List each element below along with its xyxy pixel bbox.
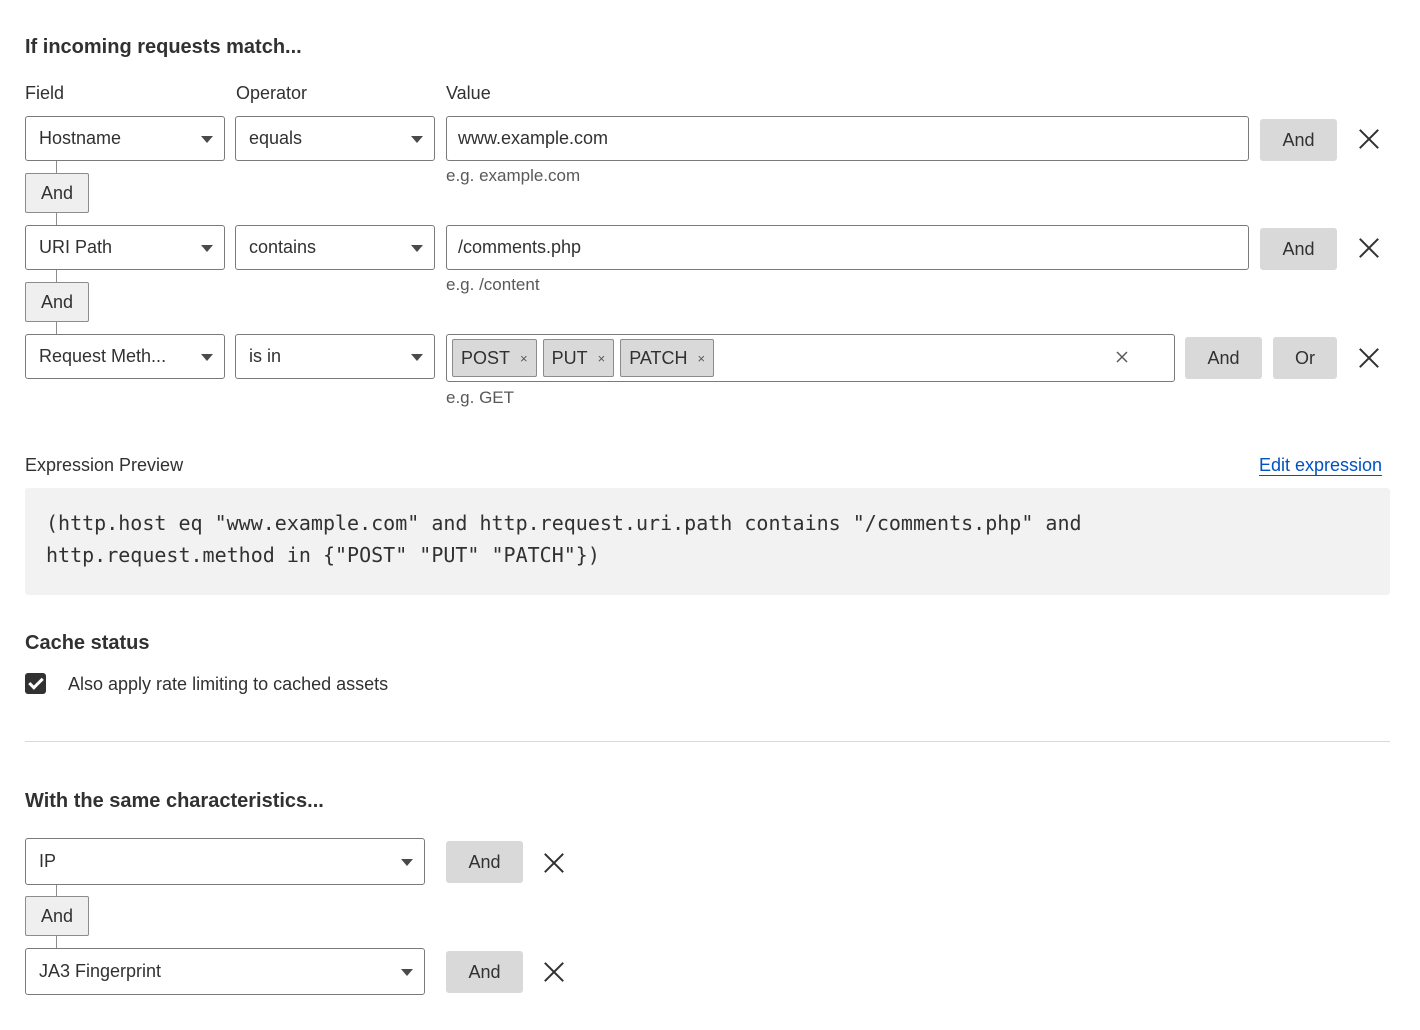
value-hint: e.g. example.com <box>446 166 581 185</box>
field-select-value: Hostname <box>39 128 122 148</box>
field-select-hostname[interactable]: Hostname <box>25 116 225 161</box>
section-divider <box>25 741 1390 742</box>
match-section-title: If incoming requests match... <box>25 36 302 58</box>
tag-remove-icon[interactable]: × <box>598 351 606 366</box>
tag-patch: PATCH × <box>620 339 715 377</box>
operator-select-value: contains <box>249 237 317 257</box>
field-select-uri-path[interactable]: URI Path <box>25 225 225 270</box>
and-button[interactable]: And <box>446 951 523 993</box>
chevron-down-icon <box>401 968 413 976</box>
operator-column-header: Operator <box>236 83 308 103</box>
tag-label: PUT <box>551 347 588 368</box>
tag-label: PATCH <box>629 347 688 368</box>
field-column-header: Field <box>25 83 65 103</box>
characteristics-section-title: With the same characteristics... <box>25 790 324 812</box>
value-input-text: www.example.com <box>458 128 609 148</box>
value-multiselect-methods[interactable]: POST × PUT × PATCH × <box>446 334 1175 382</box>
characteristic-select-value: JA3 Fingerprint <box>39 961 162 981</box>
or-button[interactable]: Or <box>1273 337 1337 379</box>
field-select-value: URI Path <box>39 237 113 257</box>
cached-assets-checkbox[interactable] <box>25 673 46 694</box>
field-select-value: Request Meth... <box>39 346 167 366</box>
tag-put: PUT × <box>542 339 615 377</box>
and-connector-button[interactable]: And <box>25 282 89 322</box>
remove-row-icon[interactable] <box>1357 346 1381 370</box>
expression-preview-label: Expression Preview <box>25 455 184 475</box>
cached-assets-checkbox-label[interactable]: Also apply rate limiting to cached asset… <box>68 674 388 695</box>
tag-post: POST × <box>452 339 537 377</box>
characteristic-select-value: IP <box>39 851 57 871</box>
operator-select-contains[interactable]: contains <box>235 225 435 270</box>
field-select-request-method[interactable]: Request Meth... <box>25 334 225 379</box>
and-connector-button[interactable]: And <box>25 173 89 213</box>
chevron-down-icon <box>411 353 423 361</box>
chevron-down-icon <box>411 244 423 252</box>
chevron-down-icon <box>201 353 213 361</box>
value-input-hostname[interactable]: www.example.com <box>446 116 1249 161</box>
operator-select-equals[interactable]: equals <box>235 116 435 161</box>
characteristic-select-ip[interactable]: IP <box>25 838 425 885</box>
and-button[interactable]: And <box>1260 119 1337 161</box>
remove-characteristic-icon[interactable] <box>542 960 566 984</box>
value-hint: e.g. GET <box>446 388 515 407</box>
operator-select-is-in[interactable]: is in <box>235 334 435 379</box>
chevron-down-icon <box>401 858 413 866</box>
and-button[interactable]: And <box>1185 337 1262 379</box>
value-column-header: Value <box>446 83 491 103</box>
and-connector-button[interactable]: And <box>25 896 89 936</box>
tag-remove-icon[interactable]: × <box>520 351 528 366</box>
tag-remove-icon[interactable]: × <box>698 351 706 366</box>
chevron-down-icon <box>201 135 213 143</box>
operator-select-value: is in <box>249 346 282 366</box>
and-button[interactable]: And <box>1260 228 1337 270</box>
cache-status-title: Cache status <box>25 632 150 654</box>
remove-row-icon[interactable] <box>1357 236 1381 260</box>
expression-preview-code: (http.host eq "www.example.com" and http… <box>25 488 1390 595</box>
and-button[interactable]: And <box>446 841 523 883</box>
edit-expression-link[interactable]: Edit expression <box>1259 455 1382 476</box>
remove-characteristic-icon[interactable] <box>542 851 566 875</box>
chevron-down-icon <box>411 135 423 143</box>
value-input-text: /comments.php <box>458 237 582 257</box>
value-input-uri-path[interactable]: /comments.php <box>446 225 1249 270</box>
operator-select-value: equals <box>249 128 303 148</box>
tag-label: POST <box>461 347 511 368</box>
characteristic-select-ja3[interactable]: JA3 Fingerprint <box>25 948 425 995</box>
value-hint: e.g. /content <box>446 275 540 294</box>
remove-row-icon[interactable] <box>1357 127 1381 151</box>
chevron-down-icon <box>201 244 213 252</box>
clear-icon[interactable] <box>1114 349 1130 365</box>
